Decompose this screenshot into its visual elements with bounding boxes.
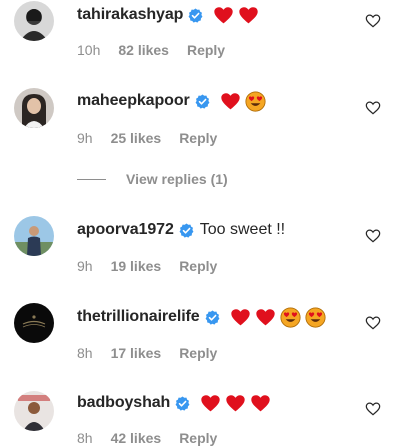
comment-header: apoorva1972 Too sweet !! <box>77 219 285 241</box>
view-replies-label: View replies (1) <box>126 171 228 187</box>
verified-badge-icon <box>179 222 194 238</box>
red-heart-icon <box>220 92 240 109</box>
red-heart-icon <box>239 6 258 23</box>
red-heart-icon <box>255 308 275 325</box>
divider <box>77 178 106 180</box>
reply-button[interactable]: Reply <box>179 258 217 274</box>
username-link[interactable]: thetrillionairelife <box>77 308 200 326</box>
comment-text <box>216 90 266 112</box>
comment-meta: 9h 19 likes Reply <box>77 258 217 274</box>
username-link[interactable]: tahirakashyap <box>77 6 183 24</box>
comment-meta: 9h 25 likes Reply <box>77 130 217 146</box>
avatar[interactable] <box>14 216 54 256</box>
comment-time: 9h <box>77 258 93 274</box>
red-heart-icon <box>226 394 245 411</box>
heart-eyes-icon <box>245 90 266 112</box>
verified-badge-icon <box>195 93 210 109</box>
reply-button[interactable]: Reply <box>187 42 225 58</box>
username-link[interactable]: apoorva1972 <box>77 221 174 239</box>
reply-button[interactable]: Reply <box>179 130 217 146</box>
heart-eyes-icon <box>305 306 326 328</box>
verified-badge-icon <box>188 7 203 23</box>
red-heart-icon <box>230 308 250 325</box>
avatar[interactable] <box>14 303 54 343</box>
view-replies-button[interactable]: View replies (1) <box>77 171 228 187</box>
reply-button[interactable]: Reply <box>179 345 217 361</box>
likes-count-link[interactable]: 17 likes <box>111 345 162 361</box>
heart-outline-icon[interactable] <box>365 228 381 244</box>
verified-badge-icon <box>175 395 190 411</box>
red-heart-icon <box>201 394 220 411</box>
comment-text <box>209 5 259 26</box>
comment-time: 10h <box>77 42 101 58</box>
comment-text: Too sweet !! <box>200 221 285 239</box>
username-link[interactable]: badboyshah <box>77 394 170 412</box>
heart-outline-icon[interactable] <box>365 401 381 417</box>
comment-text <box>226 306 326 328</box>
heart-eyes-icon <box>280 306 301 328</box>
red-heart-icon <box>251 394 270 411</box>
comment-time: 8h <box>77 345 93 361</box>
likes-count-link[interactable]: 42 likes <box>111 430 162 446</box>
avatar[interactable] <box>14 88 54 128</box>
comment-text <box>196 393 271 414</box>
avatar[interactable] <box>14 1 54 41</box>
comment-meta: 10h 82 likes Reply <box>77 42 225 58</box>
comment-header: tahirakashyap <box>77 4 259 26</box>
comment-meta: 8h 42 likes Reply <box>77 430 217 446</box>
heart-outline-icon[interactable] <box>365 13 381 29</box>
heart-outline-icon[interactable] <box>365 100 381 116</box>
verified-badge-icon <box>205 309 220 325</box>
comment-text-content: Too sweet !! <box>199 221 286 238</box>
likes-count-link[interactable]: 25 likes <box>111 130 162 146</box>
heart-outline-icon[interactable] <box>365 315 381 331</box>
username-link[interactable]: maheepkapoor <box>77 92 190 110</box>
red-heart-icon <box>214 6 233 23</box>
comment-header: maheepkapoor <box>77 90 266 112</box>
likes-count-link[interactable]: 82 likes <box>118 42 169 58</box>
comment-time: 9h <box>77 130 93 146</box>
avatar[interactable] <box>14 391 54 431</box>
likes-count-link[interactable]: 19 likes <box>111 258 162 274</box>
comment-header: badboyshah <box>77 392 271 414</box>
comment-header: thetrillionairelife <box>77 306 326 328</box>
comment-time: 8h <box>77 430 93 446</box>
comment-meta: 8h 17 likes Reply <box>77 345 217 361</box>
reply-button[interactable]: Reply <box>179 430 217 446</box>
